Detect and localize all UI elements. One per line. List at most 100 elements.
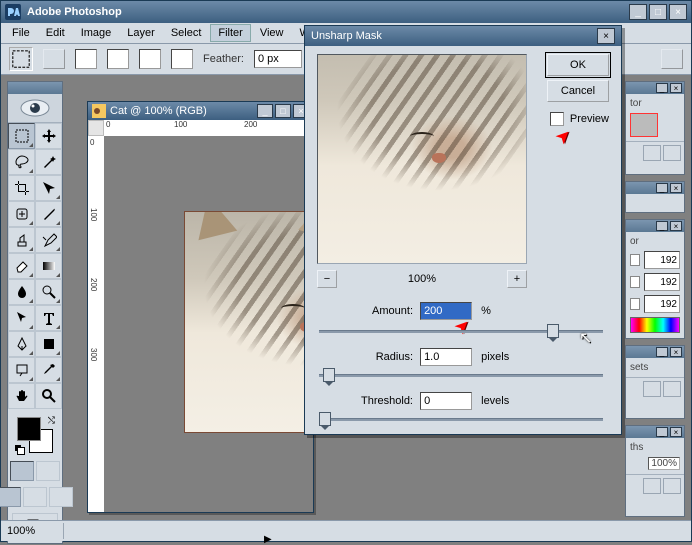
status-caret-icon[interactable]: ▶ bbox=[264, 534, 272, 545]
tool-type[interactable] bbox=[35, 305, 62, 331]
color-g-input[interactable] bbox=[644, 273, 680, 291]
info-panel[interactable]: _× bbox=[625, 181, 685, 213]
layers-opacity-value[interactable]: 100% bbox=[648, 457, 680, 470]
dialog-preview-image[interactable] bbox=[317, 54, 527, 264]
panel-close-button[interactable]: × bbox=[670, 427, 682, 437]
tool-blur[interactable] bbox=[8, 279, 35, 305]
screenmode-toggle[interactable] bbox=[0, 487, 73, 507]
tool-clone-stamp[interactable] bbox=[8, 227, 35, 253]
navigator-tab-label[interactable]: tor bbox=[630, 98, 680, 109]
document-titlebar[interactable]: Cat @ 100% (RGB) _ □ × bbox=[88, 102, 313, 120]
delete-layer-button[interactable] bbox=[663, 478, 681, 494]
panel-close-button[interactable]: × bbox=[670, 347, 682, 357]
layers-panel[interactable]: _× ths 100% bbox=[625, 425, 685, 517]
layers-tab-label[interactable]: ths bbox=[630, 442, 680, 453]
ruler-origin[interactable] bbox=[88, 120, 104, 136]
radius-slider[interactable] bbox=[319, 368, 603, 382]
maximize-button[interactable]: □ bbox=[649, 4, 667, 20]
foreground-color-swatch[interactable] bbox=[17, 417, 41, 441]
tool-gradient[interactable] bbox=[35, 253, 62, 279]
unsharp-mask-dialog[interactable]: Unsharp Mask × OK Cancel Preview ➤ − 100… bbox=[304, 25, 622, 435]
menu-select[interactable]: Select bbox=[164, 25, 209, 41]
document-maximize-button[interactable]: □ bbox=[275, 104, 291, 118]
tool-dodge[interactable] bbox=[35, 279, 62, 305]
feather-input[interactable] bbox=[254, 50, 302, 68]
tool-eraser[interactable] bbox=[8, 253, 35, 279]
color-r-input[interactable] bbox=[644, 251, 680, 269]
panel-minimize-button[interactable]: _ bbox=[656, 427, 668, 437]
close-button[interactable]: × bbox=[669, 4, 687, 20]
history-panel[interactable]: _× sets bbox=[625, 345, 685, 419]
tool-notes[interactable] bbox=[8, 357, 35, 383]
delete-state-button[interactable] bbox=[663, 381, 681, 397]
swap-colors-icon[interactable]: ⤭ bbox=[48, 415, 55, 426]
cancel-button[interactable]: Cancel bbox=[547, 80, 609, 102]
tool-shape[interactable] bbox=[35, 331, 62, 357]
document-minimize-button[interactable]: _ bbox=[257, 104, 273, 118]
panel-titlebar[interactable]: _× bbox=[626, 182, 684, 194]
panel-minimize-button[interactable]: _ bbox=[656, 347, 668, 357]
ruler-vertical[interactable]: 0 100 200 300 bbox=[88, 136, 105, 512]
tool-path-selection[interactable] bbox=[8, 305, 35, 331]
tool-lasso[interactable] bbox=[8, 149, 35, 175]
menu-file[interactable]: File bbox=[5, 25, 37, 41]
status-zoom-field[interactable]: 100% bbox=[1, 523, 64, 539]
panel-close-button[interactable]: × bbox=[670, 183, 682, 193]
new-layer-button[interactable] bbox=[643, 478, 661, 494]
panel-minimize-button[interactable]: _ bbox=[656, 83, 668, 93]
zoom-out-button[interactable] bbox=[643, 145, 661, 161]
tool-crop[interactable] bbox=[8, 175, 35, 201]
menu-filter[interactable]: Filter bbox=[210, 24, 250, 42]
panel-titlebar[interactable]: _× bbox=[626, 426, 684, 438]
amount-slider[interactable] bbox=[319, 324, 603, 338]
tool-hand[interactable] bbox=[8, 383, 35, 409]
selection-mode-add[interactable] bbox=[107, 49, 129, 69]
menu-edit[interactable]: Edit bbox=[39, 25, 72, 41]
threshold-input[interactable] bbox=[420, 392, 472, 410]
quickmask-toggle[interactable] bbox=[10, 461, 60, 481]
ruler-horizontal[interactable]: 0 100 200 bbox=[104, 120, 313, 137]
panel-close-button[interactable]: × bbox=[670, 221, 682, 231]
tool-history-brush[interactable] bbox=[35, 227, 62, 253]
tool-pen[interactable] bbox=[8, 331, 35, 357]
tool-eyedropper[interactable] bbox=[35, 357, 62, 383]
selection-mode-intersect[interactable] bbox=[171, 49, 193, 69]
toolbox[interactable]: ⤭ bbox=[7, 81, 63, 544]
navigator-thumbnail[interactable] bbox=[630, 113, 658, 137]
history-tab-label[interactable]: sets bbox=[630, 362, 680, 373]
tool-healing-brush[interactable] bbox=[8, 201, 35, 227]
threshold-slider[interactable] bbox=[319, 412, 603, 426]
ok-button[interactable]: OK bbox=[547, 54, 609, 76]
active-tool-marquee-icon[interactable] bbox=[9, 47, 33, 71]
zoom-out-button[interactable]: − bbox=[317, 270, 337, 288]
new-snapshot-button[interactable] bbox=[643, 381, 661, 397]
panel-titlebar[interactable]: _× bbox=[626, 220, 684, 232]
document-canvas[interactable] bbox=[104, 136, 313, 512]
dialog-titlebar[interactable]: Unsharp Mask × bbox=[305, 26, 621, 46]
menu-layer[interactable]: Layer bbox=[120, 25, 162, 41]
document-window[interactable]: Cat @ 100% (RGB) _ □ × 0 100 200 0 100 2… bbox=[87, 101, 314, 513]
panel-titlebar[interactable]: _× bbox=[626, 82, 684, 94]
panel-minimize-button[interactable]: _ bbox=[656, 183, 668, 193]
color-ramp[interactable] bbox=[630, 317, 680, 333]
titlebar[interactable]: Adobe Photoshop _ □ × bbox=[1, 1, 691, 23]
zoom-in-button[interactable]: + bbox=[507, 270, 527, 288]
tool-magic-wand[interactable] bbox=[35, 149, 62, 175]
tool-preset-picker[interactable] bbox=[43, 49, 65, 69]
color-panel[interactable]: _× or bbox=[625, 219, 685, 339]
panel-minimize-button[interactable]: _ bbox=[656, 221, 668, 231]
navigator-panel[interactable]: _× tor bbox=[625, 81, 685, 175]
fg-bg-color[interactable]: ⤭ bbox=[15, 415, 55, 455]
default-colors-icon[interactable] bbox=[15, 445, 25, 455]
menu-image[interactable]: Image bbox=[74, 25, 119, 41]
palette-well-button[interactable] bbox=[661, 49, 683, 69]
toolbox-titlebar[interactable] bbox=[8, 82, 62, 94]
panel-close-button[interactable]: × bbox=[670, 83, 682, 93]
selection-mode-new[interactable] bbox=[75, 49, 97, 69]
color-b-input[interactable] bbox=[644, 295, 680, 313]
panel-titlebar[interactable]: _× bbox=[626, 346, 684, 358]
minimize-button[interactable]: _ bbox=[629, 4, 647, 20]
radius-input[interactable] bbox=[420, 348, 472, 366]
dialog-close-button[interactable]: × bbox=[597, 28, 615, 44]
tool-brush[interactable] bbox=[35, 201, 62, 227]
